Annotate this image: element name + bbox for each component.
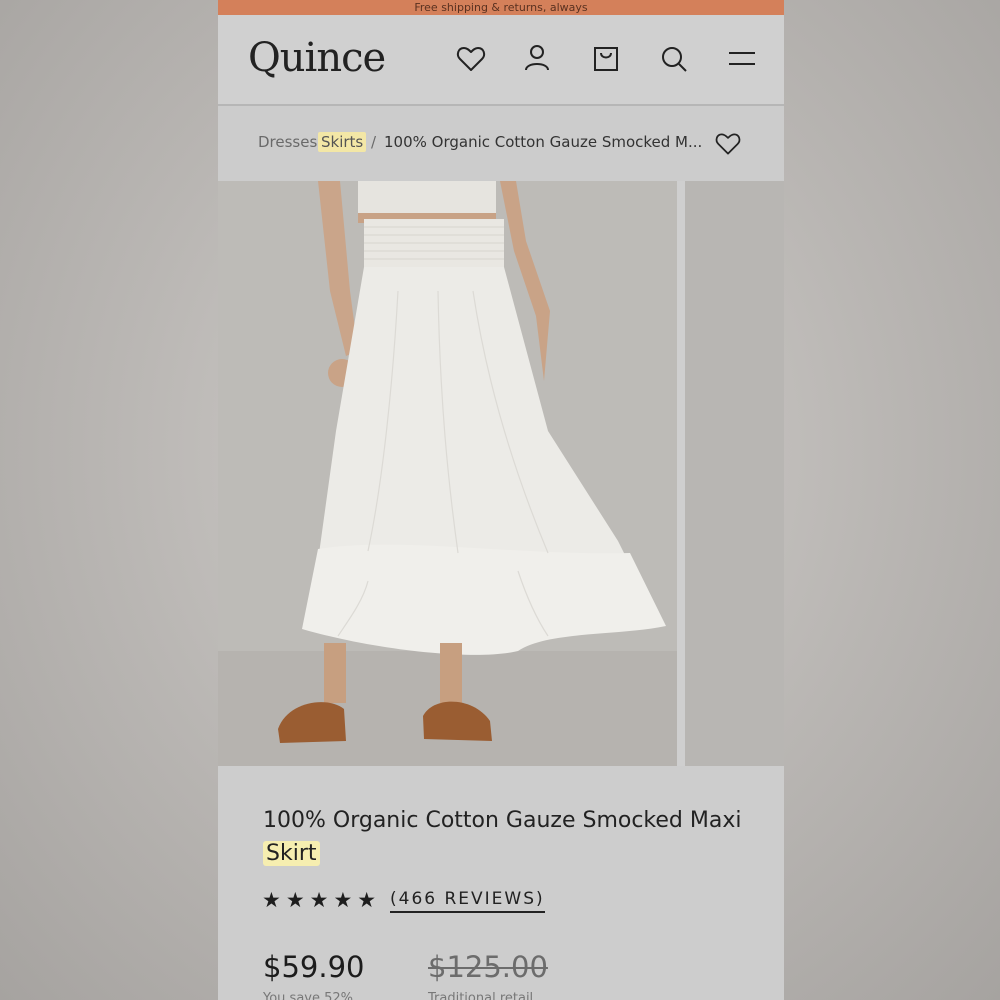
promo-banner[interactable]: Free shipping & returns, always <box>218 0 784 15</box>
original-price: $125.00 <box>428 950 548 984</box>
breadcrumb-current: 100% Organic Cotton Gauze Smocked M... <box>384 133 703 151</box>
quince-logo[interactable]: Quince <box>248 35 386 81</box>
search-icon[interactable] <box>658 43 690 75</box>
product-title: 100% Organic Cotton Gauze Smocked Maxi S… <box>263 804 753 870</box>
next-product-image[interactable] <box>685 181 784 766</box>
savings-label: You save 52% <box>263 991 353 1000</box>
product-title-highlight: Skirt <box>263 841 320 866</box>
breadcrumb-skirts[interactable]: Skirts <box>318 132 367 152</box>
breadcrumb: Dresses Skirts / 100% Organic Cotton Gau… <box>218 106 784 181</box>
phone-screen: Free shipping & returns, always Quince D… <box>218 0 784 1000</box>
promo-text: Free shipping & returns, always <box>414 1 588 14</box>
product-image[interactable] <box>218 181 677 766</box>
rating-stars: ★★★★★ <box>262 888 382 912</box>
menu-icon[interactable] <box>726 43 758 75</box>
reviews-link[interactable]: (466 REVIEWS) <box>390 889 545 913</box>
product-gallery[interactable] <box>218 181 784 766</box>
product-info: 100% Organic Cotton Gauze Smocked Maxi S… <box>218 766 784 1000</box>
heart-icon[interactable] <box>455 43 487 75</box>
retail-label: Traditional retail <box>428 991 534 1000</box>
bag-icon[interactable] <box>590 43 622 75</box>
wishlist-heart-icon[interactable] <box>714 130 742 158</box>
site-header: Quince <box>218 15 784 106</box>
user-icon[interactable] <box>521 43 553 75</box>
breadcrumb-dresses[interactable]: Dresses <box>258 132 317 152</box>
breadcrumb-separator: / <box>371 133 377 151</box>
reviews-link-text: (466 REVIEWS) <box>390 889 545 913</box>
product-title-main: 100% Organic Cotton Gauze Smocked Maxi <box>263 808 742 833</box>
current-price: $59.90 <box>263 950 365 984</box>
